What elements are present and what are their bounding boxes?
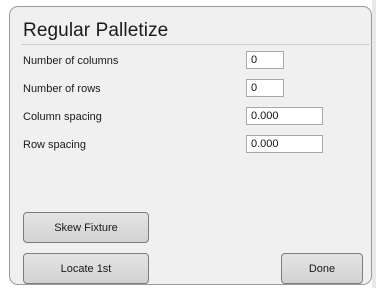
column-spacing-input[interactable]	[246, 107, 323, 125]
dialog-title: Regular Palletize	[23, 20, 169, 41]
locate-1st-button[interactable]: Locate 1st	[23, 253, 149, 284]
column-spacing-label: Column spacing	[23, 111, 102, 123]
number-of-columns-label: Number of columns	[23, 55, 119, 67]
number-of-rows-input[interactable]	[246, 79, 284, 97]
title-divider	[21, 44, 372, 45]
done-button[interactable]: Done	[281, 253, 363, 284]
row-spacing-label: Row spacing	[23, 139, 86, 151]
skew-fixture-button[interactable]: Skew Fixture	[23, 212, 149, 243]
regular-palletize-dialog: Regular Palletize Number of columns Numb…	[9, 6, 372, 285]
window-edge	[372, 0, 376, 288]
number-of-columns-input[interactable]	[246, 51, 284, 69]
row-spacing-input[interactable]	[246, 135, 323, 153]
number-of-rows-label: Number of rows	[23, 83, 101, 95]
